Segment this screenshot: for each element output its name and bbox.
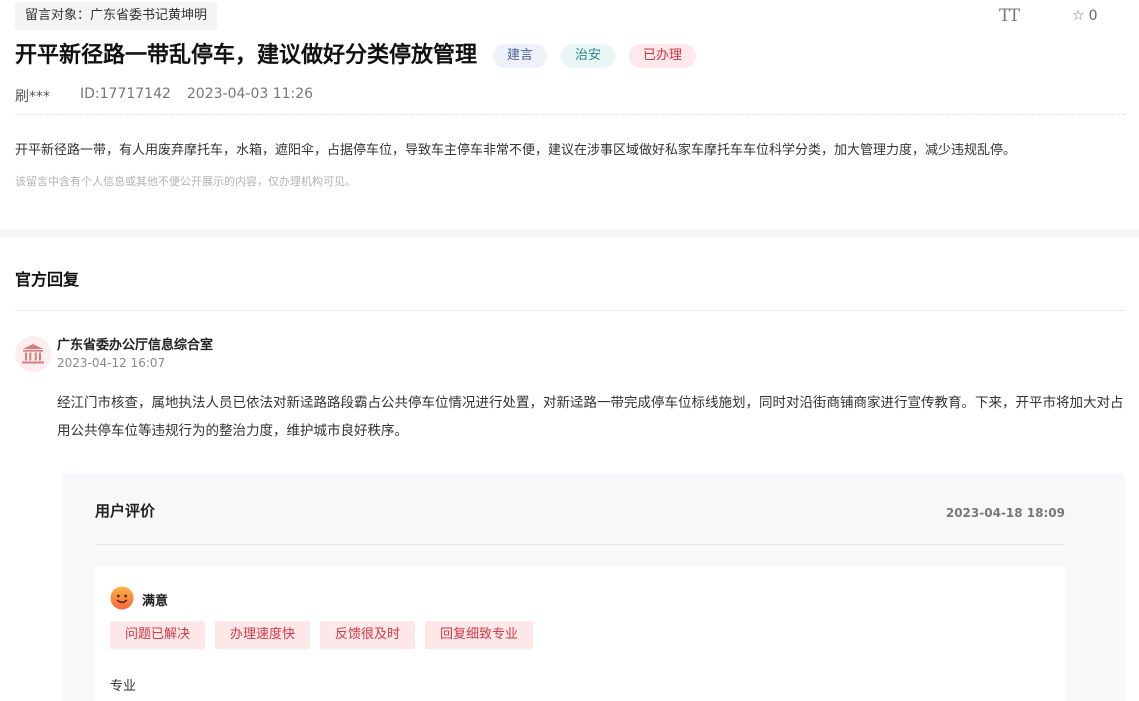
evaluation-comment: 专业	[110, 679, 137, 694]
user-evaluation-panel: 用户评价 2023-04-18 18:09 满意 问题已解决 办理速度快 反馈很…	[62, 473, 1125, 701]
evaluation-chip: 办理速度快	[215, 621, 311, 649]
reply-time: 2023-04-12 16:07	[57, 356, 166, 370]
author-name: 刷***	[15, 89, 50, 105]
message-target-label: 留言对象：广东省委书记黄坤明	[15, 2, 218, 30]
evaluation-chips: 问题已解决 办理速度快 反馈很及时 回复细致专业	[110, 621, 534, 649]
tag-public-security: 治安	[561, 44, 616, 68]
favorite-count: 0	[1088, 8, 1098, 24]
message-detail-section: 留言对象：广东省委书记黄坤明 TT ☆ 0 开平新径路一带乱停车，建议做好分类停…	[0, 0, 1139, 229]
evaluation-chip: 反馈很及时	[320, 621, 416, 649]
smiley-face-icon	[110, 586, 134, 610]
evaluation-time: 2023-04-18 18:09	[945, 506, 1065, 520]
satisfaction-level: 满意	[142, 594, 169, 609]
evaluation-chip: 回复细致专业	[425, 621, 534, 649]
reply-content: 经江门市核查，属地执法人员已依法对新迳路路段霸占公共停车位情况进行处置，对新迳路…	[57, 395, 1124, 439]
favorite-button[interactable]: ☆ 0	[1072, 8, 1097, 24]
font-size-icon[interactable]: TT	[999, 6, 1020, 26]
tag-suggestion: 建言	[493, 44, 548, 68]
official-reply-section: 官方回复 广东省委办公厅信息综合室 2023-04-12 16:07 经江门市核…	[0, 238, 1139, 701]
title-row: 开平新径路一带乱停车，建议做好分类停放管理 建言 治安 已办理	[15, 40, 697, 72]
dashed-divider	[15, 114, 1125, 115]
star-icon: ☆	[1072, 8, 1085, 24]
reply-heading: 官方回复	[15, 270, 80, 289]
privacy-note: 该留言中含有个人信息或其他不便公开展示的内容，仅办理机构可见。	[15, 175, 356, 188]
evaluation-chip: 问题已解决	[110, 621, 206, 649]
page-title: 开平新径路一带乱停车，建议做好分类停放管理	[15, 43, 478, 68]
evaluation-divider	[95, 544, 1065, 545]
post-datetime: 2023-04-03 11:26	[186, 86, 314, 102]
post-id: ID:17717142	[80, 86, 171, 102]
post-meta: 刷*** ID:17717142 2023-04-03 11:26	[15, 86, 313, 106]
status-badge: 已办理	[629, 44, 697, 68]
evaluation-card: 满意 问题已解决 办理速度快 反馈很及时 回复细致专业 专业	[95, 566, 1065, 701]
reply-divider	[15, 310, 1125, 311]
government-building-icon	[15, 336, 51, 372]
evaluation-title: 用户评价	[95, 502, 156, 520]
post-content: 开平新径路一带，有人用废弃摩托车，水箱，遮阳伞，占据停车位，导致车主停车非常不便…	[15, 143, 1017, 158]
reply-org-name: 广东省委办公厅信息综合室	[57, 338, 214, 353]
section-separator	[0, 229, 1139, 238]
